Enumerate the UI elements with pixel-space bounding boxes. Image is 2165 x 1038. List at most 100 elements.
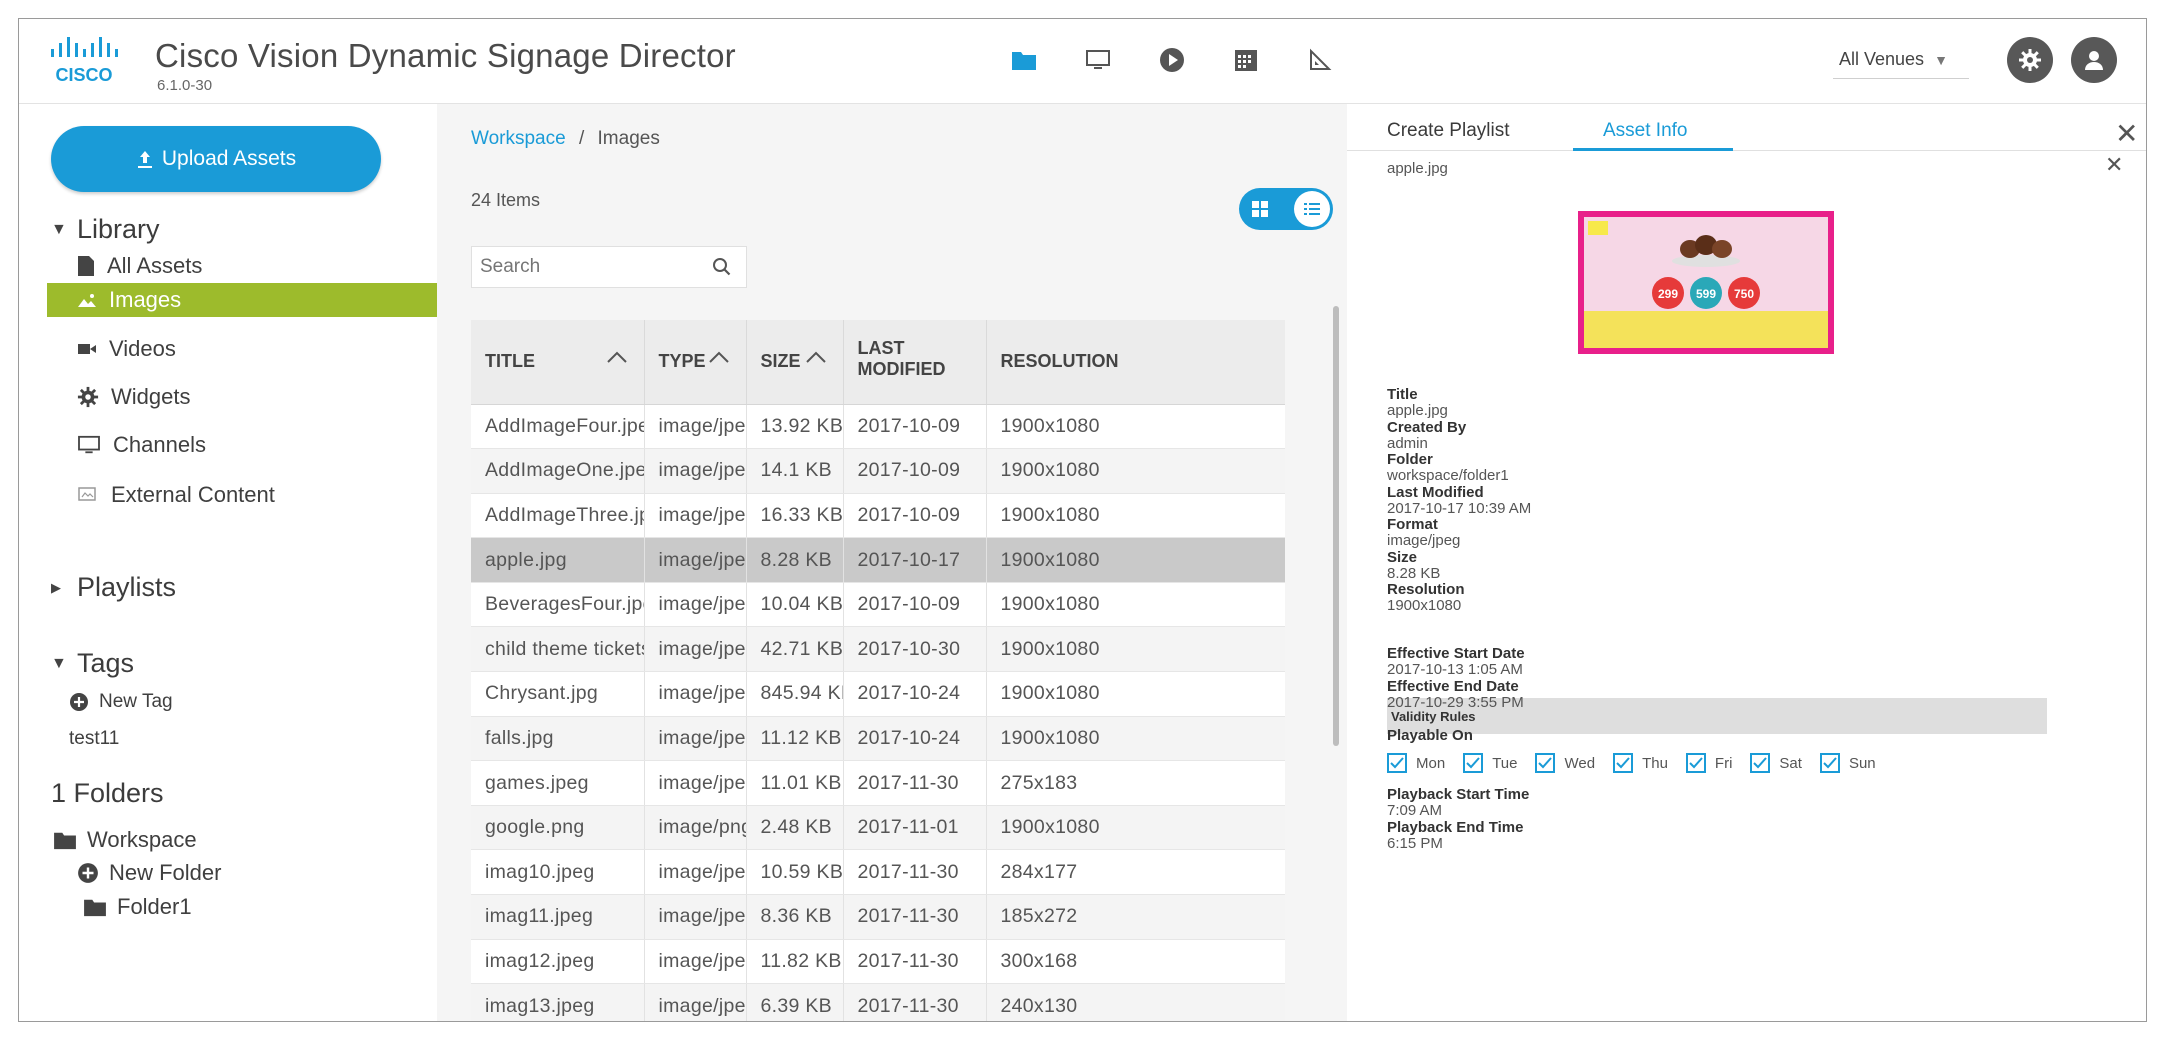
new-folder-button[interactable]: New Folder bbox=[77, 860, 221, 886]
folders-count-label: 1 Folders bbox=[51, 778, 164, 808]
close-asset-info-icon[interactable]: ✕ bbox=[2105, 154, 2123, 176]
checkbox-checked-icon[interactable] bbox=[1685, 753, 1706, 773]
breadcrumb: Workspace / Images bbox=[471, 128, 660, 150]
field-label: Created By bbox=[1387, 418, 1467, 436]
chevron-up-icon[interactable] bbox=[708, 350, 730, 364]
day-checkbox-mon[interactable]: Mon bbox=[1387, 753, 1445, 773]
day-checkbox-sat[interactable]: Sat bbox=[1750, 753, 1802, 773]
table-cell: 1900x1080 bbox=[986, 448, 1285, 494]
table-row[interactable]: apple.jpgimage/jpeg8.28 KB2017-10-171900… bbox=[471, 537, 1285, 583]
table-row[interactable]: imag11.jpegimage/jpeg8.36 KB2017-11-3018… bbox=[471, 894, 1285, 940]
search-icon[interactable] bbox=[712, 257, 732, 277]
table-cell: Chrysant.jpg bbox=[471, 671, 645, 717]
day-checkbox-wed[interactable]: Wed bbox=[1535, 753, 1595, 773]
table-row[interactable]: AddImageThree.jp...image/jpeg16.33 KB201… bbox=[471, 493, 1285, 539]
table-row[interactable]: imag10.jpegimage/jpeg10.59 KB2017-11-302… bbox=[471, 849, 1285, 896]
nav-layout-button[interactable] bbox=[1305, 45, 1335, 75]
close-panel-icon[interactable]: ✕ bbox=[2115, 120, 2138, 148]
table-cell: image/jpeg bbox=[644, 849, 747, 896]
external-content-icon bbox=[78, 487, 96, 501]
column-header-label: SIZE bbox=[760, 351, 801, 372]
library-section-toggle[interactable]: ▼ Library bbox=[51, 214, 160, 245]
table-cell: 300x168 bbox=[986, 939, 1285, 985]
list-view-button[interactable] bbox=[1294, 191, 1330, 227]
column-header-resolution[interactable]: RESOLUTION bbox=[986, 320, 1285, 405]
asset-table: TITLE TYPE SIZE LAST MODIFIED RESOLUTION… bbox=[471, 320, 1285, 1021]
nav-assets-button[interactable] bbox=[1009, 45, 1039, 75]
tab-asset-info[interactable]: Asset Info bbox=[1603, 112, 1688, 150]
checkbox-checked-icon[interactable] bbox=[1750, 753, 1771, 773]
column-header-type[interactable]: TYPE bbox=[644, 320, 747, 405]
table-row[interactable]: BeveragesFour.jpegimage/jpeg10.04 KB2017… bbox=[471, 582, 1285, 628]
nav-schedule-button[interactable] bbox=[1231, 45, 1261, 75]
sidebar-item-widgets[interactable]: Widgets bbox=[47, 380, 437, 414]
table-row[interactable]: AddImageFour.jpegimage/jpeg13.92 KB2017-… bbox=[471, 404, 1285, 450]
table-row[interactable]: google.png image/png 2.48 KB 2017-11-01 1900… bbox=[471, 805, 1285, 851]
tag-item-test11[interactable]: test11 bbox=[69, 728, 119, 750]
table-row[interactable]: Chrysant.jpgimage/jpeg845.94 KB2017-10-2… bbox=[471, 671, 1285, 717]
column-header-title[interactable]: TITLE bbox=[471, 320, 645, 405]
chevron-up-icon[interactable] bbox=[805, 350, 827, 364]
search-input[interactable] bbox=[472, 255, 712, 279]
breadcrumb-workspace-link[interactable]: Workspace bbox=[471, 128, 566, 149]
day-checkbox-thu[interactable]: Thu bbox=[1613, 753, 1668, 773]
folder-item-workspace[interactable]: Workspace bbox=[53, 827, 197, 853]
chevron-up-icon[interactable] bbox=[606, 350, 628, 364]
playlists-section-toggle[interactable]: ▶ Playlists bbox=[51, 572, 176, 603]
sidebar-item-label: Channels bbox=[113, 432, 206, 457]
folder-icon bbox=[84, 899, 106, 917]
tab-create-playlist[interactable]: Create Playlist bbox=[1387, 112, 1510, 150]
day-label: Sun bbox=[1848, 754, 1876, 772]
tags-section-toggle[interactable]: ▼ Tags bbox=[51, 648, 134, 679]
user-profile-button[interactable] bbox=[2071, 37, 2117, 83]
day-checkbox-fri[interactable]: Fri bbox=[1685, 753, 1732, 773]
table-row[interactable]: falls.jpgimage/jpeg11.12 KB2017-10-24190… bbox=[471, 716, 1285, 762]
column-header-last-modified[interactable]: LAST MODIFIED bbox=[843, 320, 1017, 405]
day-checkbox-tue[interactable]: Tue bbox=[1463, 753, 1517, 773]
asset-preview-graphic: 299 599 750 bbox=[1578, 211, 1834, 354]
new-tag-button[interactable]: New Tag bbox=[69, 691, 173, 713]
table-cell: 1900x1080 bbox=[986, 716, 1285, 762]
table-cell: apple.jpg bbox=[471, 537, 645, 583]
table-cell: 2017-10-09 bbox=[843, 493, 987, 539]
nav-play-button[interactable] bbox=[1157, 45, 1187, 75]
table-row[interactable]: imag13.jpegimage/jpeg6.39 KB2017-11-3024… bbox=[471, 983, 1285, 1021]
table-cell: 2017-11-30 bbox=[843, 983, 987, 1021]
table-cell: image/jpeg bbox=[644, 493, 747, 539]
upload-assets-button[interactable]: Upload Assets bbox=[51, 126, 381, 192]
sidebar-item-external-content[interactable]: External Content bbox=[47, 478, 437, 512]
sidebar-item-label: External Content bbox=[111, 482, 275, 507]
checkbox-checked-icon[interactable] bbox=[1819, 753, 1840, 773]
checkbox-checked-icon[interactable] bbox=[1463, 753, 1484, 773]
field-label: Format bbox=[1387, 516, 1438, 533]
grid-view-icon[interactable] bbox=[1251, 200, 1269, 218]
field-value: image/jpeg bbox=[1387, 532, 1461, 549]
table-cell: 2017-11-30 bbox=[843, 760, 987, 806]
sidebar-item-images[interactable]: Images bbox=[47, 283, 437, 317]
table-cell: image/jpeg bbox=[644, 671, 747, 717]
sidebar-item-videos[interactable]: Videos bbox=[47, 332, 437, 366]
sidebar-item-all-assets[interactable]: All Assets bbox=[47, 249, 437, 283]
checkbox-checked-icon[interactable] bbox=[1613, 753, 1634, 773]
sidebar-item-channels[interactable]: Channels bbox=[47, 428, 437, 462]
view-toggle[interactable] bbox=[1239, 188, 1333, 230]
checkbox-checked-icon[interactable] bbox=[1387, 753, 1407, 773]
table-row[interactable]: games.jpegimage/jpeg11.01 KB2017-11-3027… bbox=[471, 760, 1285, 806]
table-row[interactable]: imag12.jpegimage/jpeg11.82 KB2017-11-303… bbox=[471, 939, 1285, 985]
column-header-size[interactable]: SIZE bbox=[746, 320, 844, 405]
table-row[interactable]: child theme tickets...image/jpeg42.71 KB… bbox=[471, 626, 1285, 673]
folder-item-folder1[interactable]: Folder1 bbox=[83, 894, 192, 920]
triangle-ruler-icon bbox=[1310, 48, 1332, 70]
table-cell: 11.12 KB bbox=[746, 716, 844, 762]
table-row[interactable]: AddImageOne.jpegimage/jpeg14.1 KB2017-10… bbox=[471, 448, 1285, 494]
venue-selector[interactable]: All Venues ▼ bbox=[1833, 41, 1969, 79]
checkbox-checked-icon[interactable] bbox=[1535, 753, 1556, 773]
nav-displays-button[interactable] bbox=[1083, 45, 1113, 75]
table-cell: 284x177 bbox=[986, 849, 1285, 896]
day-checkbox-sun[interactable]: Sun bbox=[1819, 753, 1876, 773]
main-nav bbox=[1009, 45, 1335, 75]
settings-button[interactable] bbox=[2007, 37, 2053, 83]
table-scrollbar[interactable] bbox=[1333, 306, 1339, 746]
column-header-label: RESOLUTION bbox=[1000, 351, 1119, 372]
table-cell: 8.36 KB bbox=[746, 894, 844, 940]
